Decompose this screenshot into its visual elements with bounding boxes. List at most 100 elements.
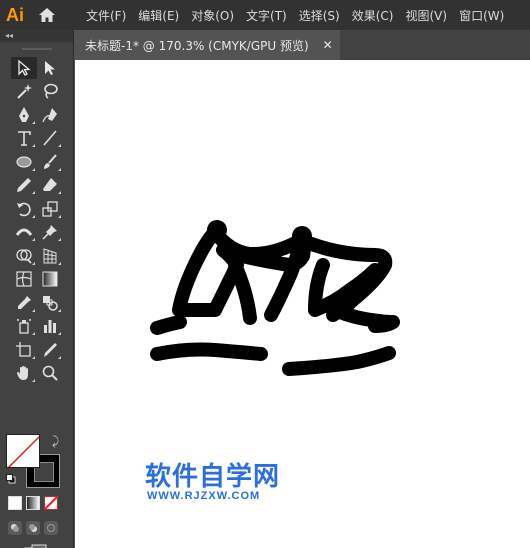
- mesh-icon: [15, 271, 32, 287]
- none-slash-icon: [7, 435, 39, 467]
- color-mode-buttons: [8, 496, 58, 510]
- draw-behind-button[interactable]: [26, 521, 40, 535]
- symbol-sprayer-tool[interactable]: [11, 315, 37, 337]
- blend-tool[interactable]: [37, 292, 63, 314]
- menu-view[interactable]: 视图(V): [405, 7, 447, 24]
- fill-swatch[interactable]: [6, 434, 40, 468]
- pencil-icon: [16, 178, 31, 193]
- home-icon: [39, 8, 55, 22]
- artwork-center-curl: [228, 258, 257, 325]
- pen-tool[interactable]: [11, 104, 37, 126]
- magic-wand-icon: [16, 84, 32, 99]
- ellipse-tool[interactable]: [11, 151, 37, 173]
- paintbrush-icon: [43, 154, 57, 169]
- slice-knife-icon: [43, 342, 57, 357]
- curvature-tool[interactable]: [37, 104, 63, 126]
- panel-grip[interactable]: [0, 42, 73, 56]
- document-tab-label: 未标题-1* @ 170.3% (CMYK/GPU 预览): [85, 38, 309, 53]
- watermark-url: WWW.RJZXW.COM: [147, 490, 261, 502]
- column-graph-icon: [43, 320, 56, 334]
- close-tab-icon[interactable]: ✕: [323, 38, 333, 52]
- slice-tool[interactable]: [37, 339, 63, 361]
- default-colors-icon[interactable]: [6, 474, 16, 484]
- tab-strip-empty: [340, 30, 530, 60]
- paintbrush-tool[interactable]: [37, 151, 63, 173]
- type-tool[interactable]: [11, 127, 37, 149]
- magic-wand-tool[interactable]: [11, 80, 37, 102]
- color-mode-button[interactable]: [8, 496, 22, 510]
- draw-normal-button[interactable]: [8, 521, 22, 535]
- menu-edit[interactable]: 编辑(E): [138, 7, 179, 24]
- artwork[interactable]: [75, 60, 530, 548]
- eraser-icon: [42, 178, 57, 192]
- artwork-base-right: [368, 315, 400, 333]
- direct-selection-tool[interactable]: [37, 57, 63, 79]
- curvature-pen-icon: [41, 107, 57, 122]
- screen-mode-icon[interactable]: [24, 544, 48, 548]
- rotate-icon: [16, 202, 31, 216]
- draw-mode-buttons: [8, 521, 58, 535]
- perspective-grid-icon: [43, 248, 56, 264]
- shape-builder-tool[interactable]: [11, 245, 37, 267]
- direct-selection-arrow-icon: [44, 60, 55, 75]
- rotate-tool[interactable]: [11, 198, 37, 220]
- menu-type[interactable]: 文字(T): [246, 7, 287, 24]
- type-t-icon: [17, 131, 31, 147]
- scale-tool[interactable]: [37, 198, 63, 220]
- draw-inside-icon: [47, 524, 55, 532]
- artwork-dot-right: [292, 226, 312, 246]
- perspective-grid-tool[interactable]: [37, 245, 63, 267]
- line-segment-tool[interactable]: [37, 127, 63, 149]
- draw-inside-button[interactable]: [44, 521, 58, 535]
- menu-effect[interactable]: 效果(C): [352, 7, 394, 24]
- eyedropper-icon: [17, 295, 31, 309]
- menu-items: 文件(F) 编辑(E) 对象(O) 文字(T) 选择(S) 效果(C) 视图(V…: [86, 0, 516, 30]
- symbol-sprayer-icon: [16, 319, 31, 334]
- document-tab[interactable]: 未标题-1* @ 170.3% (CMYK/GPU 预览) ✕: [75, 30, 340, 60]
- eraser-tool[interactable]: [37, 174, 63, 196]
- fill-stroke-widget: ⤸: [6, 434, 66, 488]
- swap-fill-stroke-icon[interactable]: ⤸: [52, 434, 59, 449]
- selection-tool[interactable]: [10, 56, 37, 79]
- width-tool[interactable]: [11, 221, 37, 243]
- eyedropper-tool[interactable]: [11, 292, 37, 314]
- artwork-bottom-line-left: [150, 342, 268, 361]
- none-slash-icon: [45, 497, 57, 509]
- watermark-text: 软件自学网: [145, 462, 281, 492]
- width-icon: [15, 228, 32, 237]
- gradient-mode-button[interactable]: [26, 496, 40, 510]
- puppet-warp-tool[interactable]: [37, 221, 63, 243]
- menu-bar: Ai 文件(F) 编辑(E) 对象(O) 文字(T) 选择(S) 效果(C) 视…: [0, 0, 530, 30]
- menu-object[interactable]: 对象(O): [191, 7, 234, 24]
- artwork-left-top: [208, 225, 308, 262]
- pushpin-icon: [41, 225, 57, 240]
- app-logo[interactable]: Ai: [0, 0, 30, 30]
- shape-builder-icon: [15, 249, 32, 264]
- draw-normal-icon: [11, 524, 19, 532]
- hand-icon: [16, 366, 28, 381]
- column-graph-tool[interactable]: [37, 315, 63, 337]
- artboard-tool[interactable]: [11, 339, 37, 361]
- artwork-bottom-line-right: [282, 346, 396, 376]
- blend-icon: [42, 295, 58, 311]
- mesh-tool[interactable]: [11, 268, 37, 290]
- panel-collapse-button[interactable]: ◂◂: [0, 30, 73, 42]
- canvas[interactable]: 软件自学网 WWW.RJZXW.COM: [75, 60, 530, 548]
- lasso-tool[interactable]: [37, 80, 63, 102]
- menu-window[interactable]: 窗口(W): [459, 7, 504, 24]
- gradient-icon: [42, 271, 57, 287]
- pen-nib-icon: [18, 106, 29, 122]
- scale-icon: [41, 201, 58, 217]
- zoom-tool[interactable]: [37, 362, 63, 384]
- selection-arrow-icon: [17, 59, 31, 76]
- line-segment-icon: [42, 130, 57, 146]
- hand-tool[interactable]: [11, 362, 37, 384]
- gradient-tool[interactable]: [37, 268, 63, 290]
- pencil-tool[interactable]: [11, 174, 37, 196]
- none-mode-button[interactable]: [44, 496, 58, 510]
- home-button[interactable]: [30, 0, 64, 30]
- menu-select[interactable]: 选择(S): [299, 7, 340, 24]
- tools-panel: ◂◂ ⤸: [0, 30, 74, 548]
- menu-file[interactable]: 文件(F): [86, 7, 126, 24]
- artwork-base-left: [150, 315, 187, 335]
